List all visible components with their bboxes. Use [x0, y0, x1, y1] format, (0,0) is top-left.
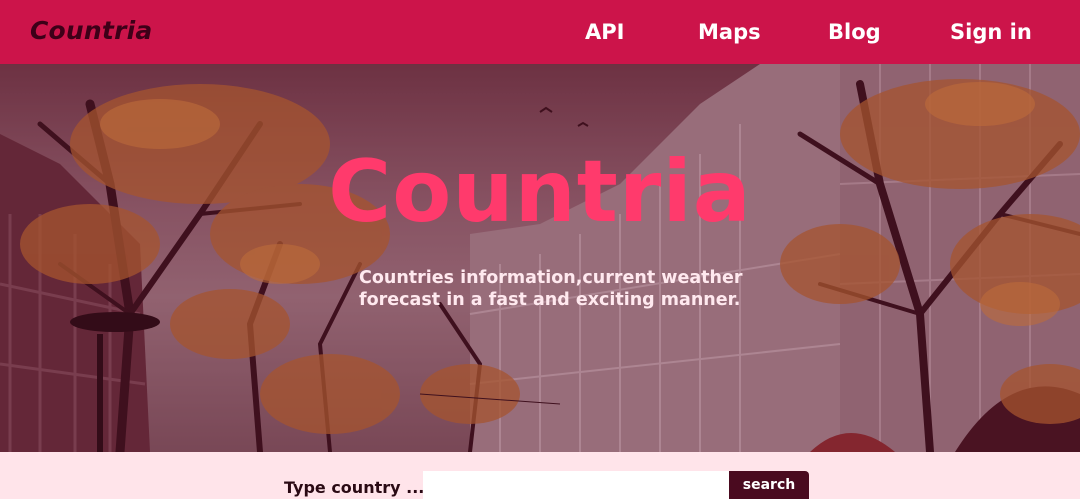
search-label: Type country ...	[284, 478, 425, 497]
nav-link-sign-in[interactable]: Sign in	[950, 20, 1032, 44]
nav-link-maps[interactable]: Maps	[698, 20, 761, 44]
navbar: Countria API Maps Blog Sign in	[0, 0, 1080, 64]
nav-link-blog[interactable]: Blog	[828, 20, 881, 44]
hero-overlay	[0, 64, 1080, 452]
search-section: Type country ... search	[0, 452, 1080, 499]
hero-subtitle: Countries information,current weather fo…	[359, 268, 743, 310]
hero-section: Countria Countries information,current w…	[0, 64, 1080, 452]
search-button[interactable]: search	[729, 471, 809, 499]
nav-link-api[interactable]: API	[585, 20, 624, 44]
hero-title: Countria	[328, 142, 752, 242]
country-search-input[interactable]	[423, 471, 729, 499]
brand-logo[interactable]: Countria	[30, 16, 152, 45]
